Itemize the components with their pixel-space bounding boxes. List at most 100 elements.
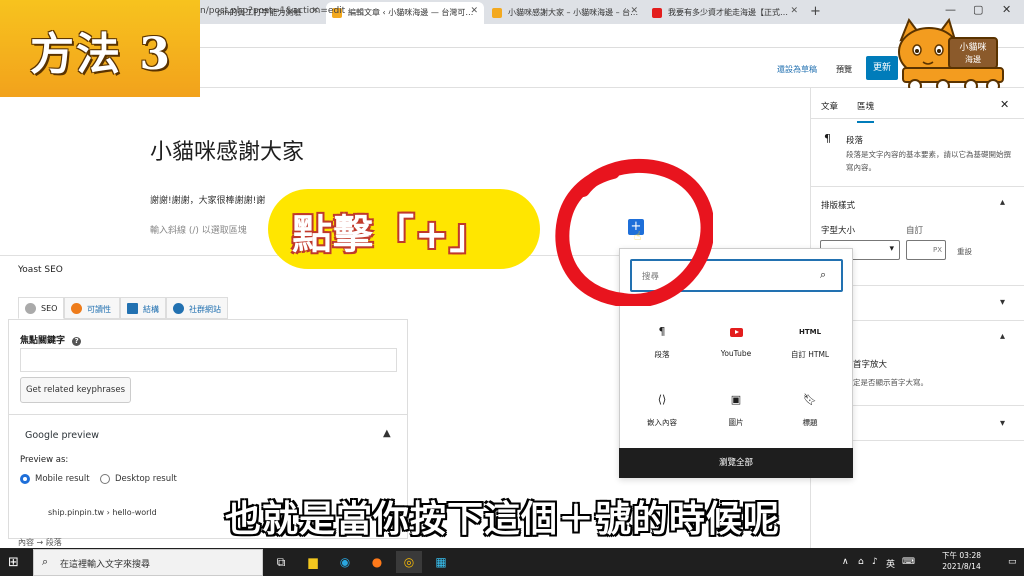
browser-tab[interactable]: 我要有多少資才能走海邊【正式… ✕ [646,2,804,24]
tab-label: 編輯文章 ‹ 小貓咪海邊 — 台灣可… [348,8,474,17]
block-custom-html[interactable]: HTML 自訂 HTML [771,325,849,360]
tab-schema[interactable]: 結構 [120,297,166,319]
reset-button[interactable]: 重設 [957,246,972,257]
ime-mode-icon[interactable]: ⌨ [902,557,915,567]
block-breadcrumb[interactable]: 內容 → 段落 [18,537,62,548]
search-icon: ⌕ [820,268,827,281]
tab-label: 小貓咪感謝大家 – 小貓咪海邊 – 台… [508,8,639,17]
edge-icon[interactable]: ◉ [332,551,358,573]
close-window-icon[interactable]: ✕ [1002,3,1011,16]
youtube-icon [729,328,743,337]
block-placeholder[interactable]: 輸入斜線 (/) 以選取區塊 [150,223,247,236]
block-label: 標題 [802,418,818,427]
close-icon[interactable]: ✕ [790,6,798,16]
tab-seo[interactable]: SEO [18,297,64,319]
divider [810,118,1024,119]
dropcap-label[interactable]: 首字放大 [853,358,887,370]
chevron-up-icon[interactable]: ▲ [383,428,391,439]
tab-readability[interactable]: 可讀性 [64,297,120,319]
cat-logo-line1: 小貓咪 [959,41,986,53]
chevron-up-icon[interactable]: ▴ [1000,331,1005,342]
desktop-result-radio[interactable] [100,474,110,484]
preview-link[interactable]: 預覽 [836,64,852,75]
block-label: 嵌入內容 [647,418,677,427]
close-icon[interactable]: ✕ [470,6,478,16]
chevron-down-icon[interactable]: ▾ [1000,418,1005,429]
youtube-favicon-icon [652,8,662,18]
tab-readability-label: 可讀性 [87,305,111,314]
seo-score-icon [25,303,36,314]
taskbar-clock[interactable]: 下午 03:28 2021/8/14 [942,550,981,572]
chevron-up-icon[interactable]: ∧ [842,557,849,567]
block-image[interactable]: ▣ 圖片 [697,393,775,428]
windows-start-icon[interactable]: ⊞ [8,555,19,570]
chevron-down-icon[interactable]: ▾ [1000,297,1005,308]
close-icon[interactable]: ✕ [630,6,638,16]
google-preview-title[interactable]: Google preview [25,430,99,441]
video-subtitle: 也就是當你按下這個＋號的時候呢 [225,499,781,540]
task-view-icon[interactable]: ⧉ [268,551,294,573]
network-icon[interactable]: ⌂ [858,557,864,567]
cat-logo-line2: 海邊 [965,54,981,64]
preview-as-label: Preview as: [20,455,69,465]
block-heading[interactable]: 🔖︎ 標題 [771,393,849,428]
browser-tab[interactable]: 小貓咪感謝大家 – 小貓咪海邊 – 台… ✕ [486,2,644,24]
tab-block[interactable]: 區塊 [857,100,875,123]
font-size-label: 字型大小 [821,226,856,236]
method-banner: 方法 3 [0,0,200,97]
new-tab-button[interactable]: + [810,4,821,19]
block-youtube[interactable]: YouTube [697,325,775,358]
tab-schema-label: 結構 [143,305,159,314]
block-paragraph[interactable]: ¶ 段落 [623,325,701,360]
file-explorer-icon[interactable]: ▆ [300,551,326,573]
chrome-icon[interactable]: ◎ [396,551,422,573]
address-text[interactable]: n/post.php?post=1&action=edit [200,6,345,16]
block-label: 自訂 HTML [790,350,830,359]
embed-icon: ⟨⟩ [657,393,667,406]
divider [810,186,1024,187]
firefox-icon[interactable]: ● [364,551,390,573]
custom-size-input[interactable]: PX [906,240,946,260]
desktop-result-label[interactable]: Desktop result [115,474,177,484]
ime-indicator[interactable]: 英 [886,557,895,570]
close-icon[interactable]: ✕ [1000,98,1009,111]
dropcap-description: 定是否顯示首字大寫。 [853,378,928,387]
block-name: 段落 [846,136,864,146]
block-label: 圖片 [728,418,744,427]
maximize-icon[interactable]: ▢ [973,3,983,16]
block-description: 段落是文字內容的基本要素，請以它為基礎開始撰寫內容。 [846,150,1011,172]
paragraph-icon: ¶ [658,325,666,338]
highlight-circle [555,158,713,306]
paragraph-icon: ¶ [824,132,831,145]
volume-icon[interactable]: ♪ [872,557,878,567]
mobile-result-label[interactable]: Mobile result [35,474,90,484]
tab-post[interactable]: 文章 [821,100,838,112]
typography-heading[interactable]: 排版樣式 [821,199,855,211]
grid-icon [127,303,138,314]
taskbar-search-placeholder: 在這裡輸入文字來搜尋 [60,560,151,570]
minimize-icon[interactable]: — [945,3,956,16]
browse-all-button[interactable]: 瀏覽全部 [619,448,853,478]
mobile-result-radio[interactable] [20,474,30,484]
block-label: 段落 [654,350,670,359]
save-draft-link[interactable]: 還設為草稿 [777,64,817,75]
paragraph-block[interactable]: 謝謝!謝謝，大家很棒謝謝!謝 [150,193,265,206]
browser-tab-active[interactable]: 編輯文章 ‹ 小貓咪海邊 — 台灣可… ✕ [326,2,484,24]
cat-favicon-icon [492,8,502,18]
clock-time: 下午 03:28 [942,551,981,560]
block-embed[interactable]: ⟨⟩ 嵌入內容 [623,393,701,428]
tab-social[interactable]: 社群網站 [166,297,228,319]
yoast-title[interactable]: Yoast SEO [18,265,63,275]
app-icon[interactable]: ▦ [428,551,454,573]
divider [8,414,408,415]
focus-keyphrase-label: 焦點關鍵字 ? [20,333,82,346]
post-title[interactable]: 小貓咪感謝大家 [150,134,304,166]
chevron-up-icon[interactable]: ▴ [1000,197,1005,208]
tab-social-label: 社群網站 [189,305,221,314]
readability-score-icon [71,303,82,314]
help-icon[interactable]: ? [72,337,82,346]
focus-keyphrase-input[interactable] [20,348,397,372]
notification-icon[interactable]: ▭ [1008,557,1017,567]
cat-logo-icon: 小貓咪 海邊 [898,18,1004,93]
related-keyphrases-button[interactable]: Get related keyphrases [20,377,131,403]
